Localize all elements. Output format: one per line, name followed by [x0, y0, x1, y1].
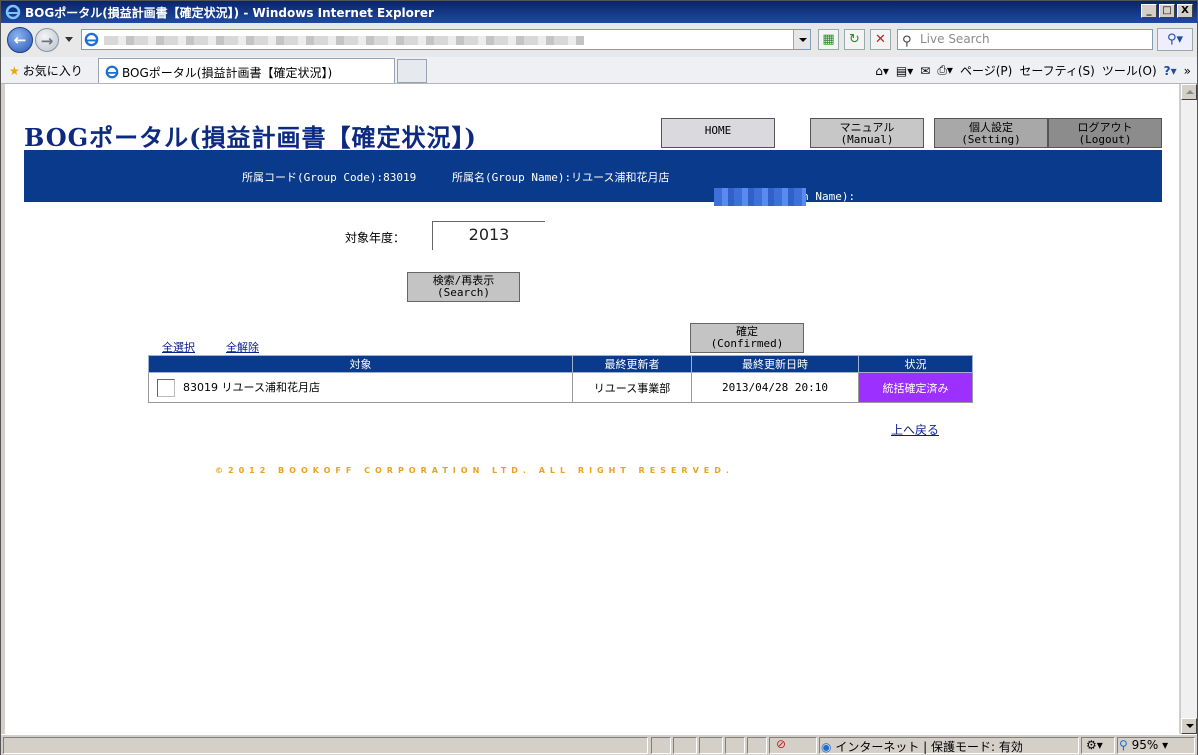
table-row: 83019 リユース浦和花月店 リユース事業部 2013/04/28 20:10…	[148, 372, 973, 403]
home-label: HOME	[704, 124, 732, 137]
tab-ie-icon	[105, 65, 119, 79]
manual-label-en: (Manual)	[840, 133, 894, 146]
logout-label-en: (Logout)	[1078, 133, 1132, 146]
more-chevron-icon[interactable]: »	[1184, 64, 1191, 78]
login-masked-value	[714, 188, 806, 206]
url-field[interactable]	[81, 29, 811, 50]
status-cell	[725, 737, 745, 754]
back-button[interactable]: ←	[7, 27, 33, 53]
user-info-band: 所属コード(Group Code):83019 所属名(Group Name):…	[24, 150, 1162, 206]
maximize-button[interactable]: □	[1159, 4, 1175, 18]
setting-button[interactable]: 個人設定 (Setting)	[934, 118, 1048, 148]
page-menu[interactable]: ページ(P)	[960, 62, 1012, 79]
refresh-icon[interactable]: ↻	[844, 29, 865, 50]
title-bar: BOGポータル(損益計画書【確定状況】) - Windows Internet …	[1, 1, 1197, 23]
zoom-control[interactable]: ⚲ 95% ▾	[1119, 738, 1168, 752]
globe-icon: ◉	[821, 740, 832, 754]
help-icon[interactable]: ?▾	[1164, 64, 1177, 78]
tab-title: BOGポータル(損益計画書【確定状況】)	[122, 66, 333, 80]
popup-blocked-icon: ⊘	[776, 737, 787, 751]
tools-menu[interactable]: ツール(O)	[1102, 62, 1157, 79]
header-updater: 最終更新者	[572, 355, 692, 373]
vertical-scrollbar[interactable]	[1180, 84, 1197, 734]
addon-icon: ⚙▾	[1086, 738, 1103, 752]
search-placeholder: Live Search	[920, 32, 990, 46]
print-icon[interactable]: ⎙▾	[937, 63, 953, 78]
forward-button[interactable]: →	[35, 28, 59, 52]
feeds-icon[interactable]: ▤▾	[896, 64, 913, 78]
copyright-text: ©2012 BOOKOFF CORPORATION LTD. ALL RIGHT…	[215, 466, 734, 475]
minimize-button[interactable]: _	[1141, 4, 1157, 18]
search-input[interactable]: ⚲ Live Search	[897, 29, 1153, 50]
zone-text: インターネット | 保護モード: 有効	[835, 740, 1023, 754]
manual-button[interactable]: マニュアル (Manual)	[810, 118, 924, 148]
close-button[interactable]: X	[1177, 4, 1193, 18]
status-cell	[673, 737, 697, 754]
confirm-label-en: (Confirmed)	[710, 337, 784, 350]
home-button[interactable]: HOME	[661, 118, 775, 148]
page-title: BOGポータル(損益計画書【確定状況】)	[24, 123, 477, 152]
search-button[interactable]: 検索/再表示 (Search)	[407, 272, 520, 302]
deselect-all-link[interactable]: 全解除	[226, 339, 259, 355]
zoom-value: 95%	[1131, 738, 1159, 752]
search-go-button[interactable]: ⚲▾	[1157, 28, 1193, 51]
select-all-link[interactable]: 全選択	[162, 339, 195, 355]
stop-icon[interactable]: ✕	[870, 29, 891, 50]
group-name: 所属名(Group Name):リユース浦和花月店	[452, 171, 670, 184]
new-tab-button[interactable]	[397, 59, 427, 83]
favorites-button[interactable]: ★ お気に入り	[9, 62, 83, 79]
header-status: 状況	[858, 355, 973, 373]
url-masked-text	[104, 36, 584, 45]
address-toolbar: ← → ▦ ↻ ✕ ⚲ Live Search ⚲▾	[1, 23, 1197, 57]
tab-active[interactable]: BOGポータル(損益計画書【確定状況】)	[98, 58, 395, 83]
row-target: 83019 リユース浦和花月店	[183, 380, 320, 394]
url-dropdown-button[interactable]	[793, 30, 810, 49]
row-status-badge: 統括確定済み	[858, 372, 973, 403]
status-text-cell	[3, 737, 648, 754]
status-cell	[651, 737, 671, 754]
safety-menu[interactable]: セーフティ(S)	[1019, 62, 1095, 79]
search-label-en: (Search)	[437, 286, 490, 299]
page-icon	[84, 32, 99, 47]
row-updated-at: 2013/04/28 20:10	[691, 372, 859, 403]
row-updater: リユース事業部	[572, 372, 692, 403]
status-cell	[699, 737, 723, 754]
command-bar: ★ お気に入り BOGポータル(損益計画書【確定状況】) ⌂▾ ▤▾ ✉ ⎙▾ ペ…	[1, 57, 1197, 84]
page-viewport: BOGポータル(損益計画書【確定状況】) HOME マニュアル (Manual)…	[5, 84, 1179, 734]
history-dropdown-icon[interactable]	[65, 37, 73, 42]
scroll-down-button[interactable]	[1181, 718, 1197, 734]
popup-blocked-cell[interactable]: ⊘	[769, 737, 817, 754]
logout-button[interactable]: ログアウト (Logout)	[1048, 118, 1162, 148]
setting-label-en: (Setting)	[961, 133, 1021, 146]
status-bar: ⊘ ◉ インターネット | 保護モード: 有効 ⚙▾ ⚲ 95% ▾	[1, 734, 1197, 755]
window-title: BOGポータル(損益計画書【確定状況】) - Windows Internet …	[25, 5, 434, 20]
table-header-row: 対象 最終更新者 最終更新日時 状況	[148, 355, 973, 373]
header-target: 対象	[148, 355, 573, 373]
year-label: 対象年度：	[345, 231, 406, 245]
addon-cell[interactable]: ⚙▾	[1081, 737, 1115, 754]
scroll-up-button[interactable]	[1181, 84, 1197, 100]
status-cell	[747, 737, 767, 754]
favorites-star-icon: ★	[9, 64, 20, 78]
home-icon[interactable]: ⌂▾	[875, 64, 889, 78]
status-table: 対象 最終更新者 最終更新日時 状況 83019 リユース浦和花月店 リユース事…	[148, 355, 973, 403]
security-zone: ◉ インターネット | 保護モード: 有効	[821, 738, 1023, 755]
search-icon: ⚲	[902, 34, 912, 49]
back-to-top-link[interactable]: 上へ戻る	[891, 421, 939, 438]
row-target-cell: 83019 リユース浦和花月店	[148, 372, 573, 403]
ie-logo-icon	[5, 4, 21, 20]
compat-view-icon[interactable]: ▦	[818, 29, 839, 50]
row-checkbox[interactable]	[157, 378, 175, 397]
year-input[interactable]: 2013	[432, 221, 545, 250]
group-code: 所属コード(Group Code):83019	[242, 171, 417, 184]
zoom-icon: ⚲	[1119, 738, 1128, 752]
mail-icon[interactable]: ✉	[920, 64, 930, 78]
confirm-button[interactable]: 確定 (Confirmed)	[690, 323, 804, 353]
header-updated-at: 最終更新日時	[691, 355, 859, 373]
browser-window: BOGポータル(損益計画書【確定状況】) - Windows Internet …	[0, 0, 1198, 755]
favorites-label: お気に入り	[22, 64, 83, 78]
